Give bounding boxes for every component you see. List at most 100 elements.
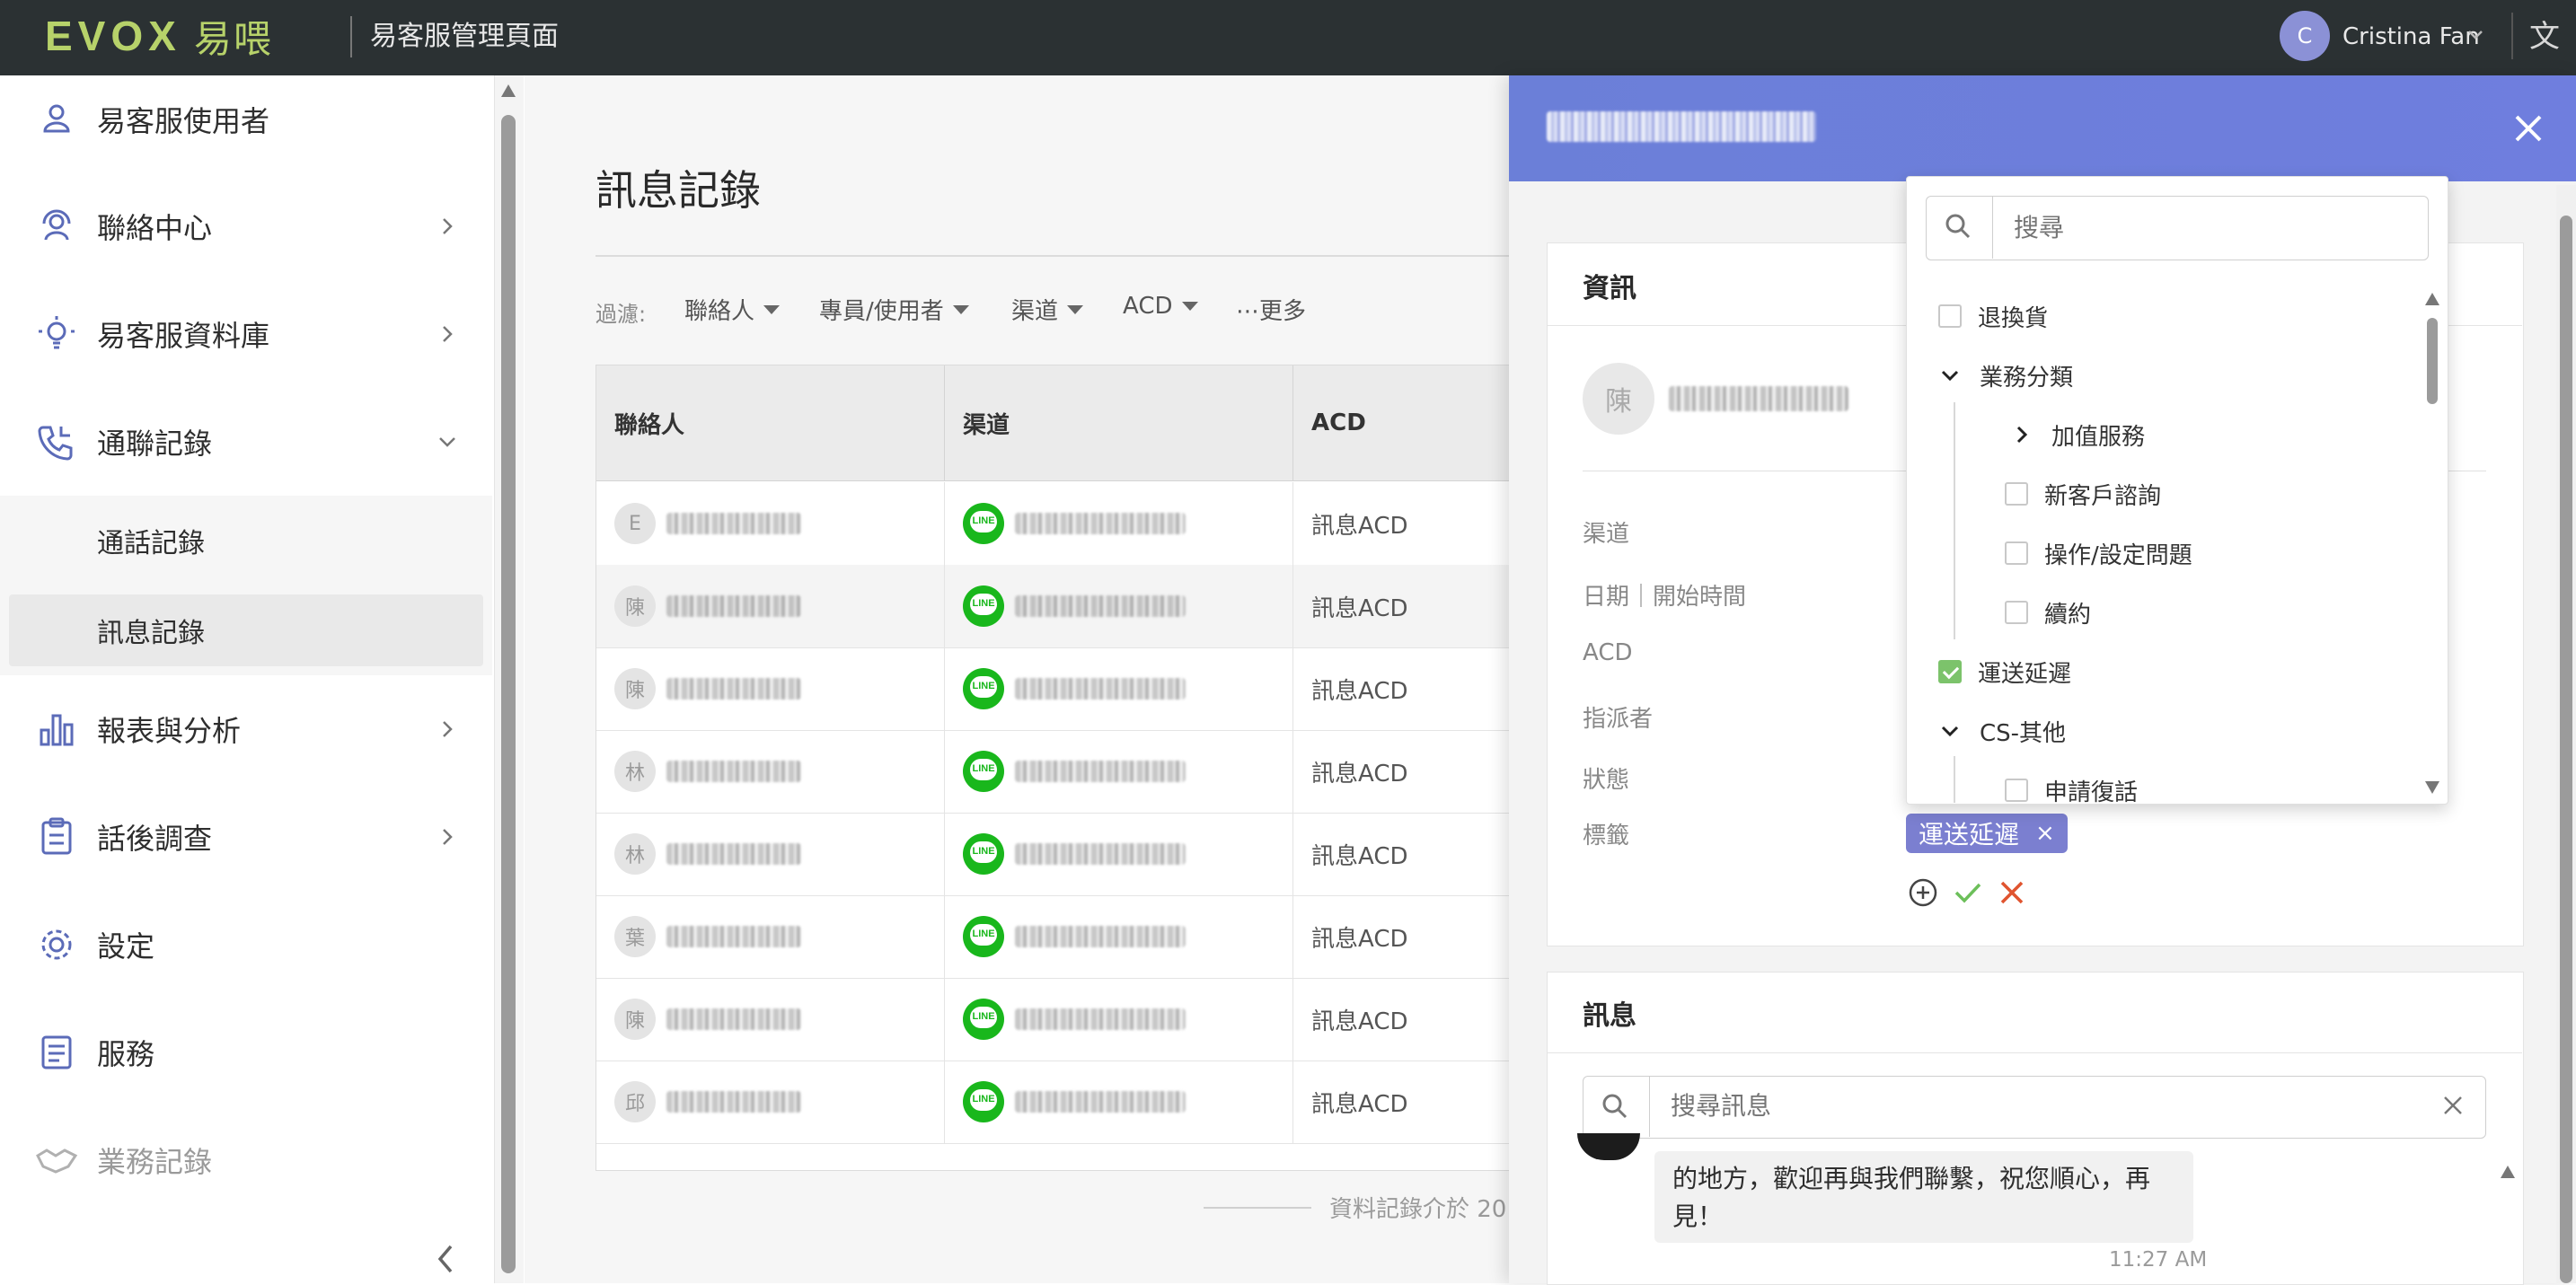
chevron-down-icon[interactable] xyxy=(2465,23,2486,45)
sidebar-item-services[interactable]: 服務 xyxy=(0,1003,492,1102)
footer-note: 資料記錄介於 20 xyxy=(1329,1196,1507,1223)
checkbox[interactable] xyxy=(2005,601,2028,624)
table-row[interactable]: 陳 LINE 訊息ACD xyxy=(596,565,1513,648)
filter-agent[interactable]: 專員/使用者 xyxy=(819,293,969,326)
tree-node[interactable]: CS-其他 xyxy=(1938,713,2066,749)
filter-channel[interactable]: 渠道 xyxy=(1011,293,1084,326)
tree-node[interactable]: 運送延遲 xyxy=(1938,654,2071,690)
checkbox[interactable] xyxy=(1938,660,1962,683)
tree-node[interactable]: 新客戶諮詢 xyxy=(2005,476,2161,512)
sidebar-item-label: 易客服使用者 xyxy=(97,104,270,138)
message-search-input[interactable] xyxy=(1669,1090,2391,1122)
sidebar-item-settings[interactable]: 設定 xyxy=(0,895,492,994)
table-row[interactable]: 陳 LINE 訊息ACD xyxy=(596,647,1513,731)
checkbox[interactable] xyxy=(1938,304,1962,328)
check-icon[interactable] xyxy=(1953,879,1983,906)
sidebar-subitem-call-records[interactable]: 通話記錄 xyxy=(9,505,483,576)
line-badge-text: LINE xyxy=(972,1011,995,1022)
sidebar-item-users[interactable]: 易客服使用者 xyxy=(0,70,492,169)
checkbox[interactable] xyxy=(2005,482,2028,506)
filter-more[interactable]: ⋯更多 xyxy=(1236,293,1306,326)
sidebar-item-knowledge-base[interactable]: 易客服資料庫 xyxy=(0,285,492,383)
contact-name-redacted xyxy=(666,926,801,947)
column-header-contact[interactable]: 聯絡人 xyxy=(596,365,945,480)
lightbulb-icon xyxy=(39,316,75,349)
cell-contact: 葉 xyxy=(596,895,945,978)
chevron-right-icon xyxy=(443,218,453,234)
line-app-icon: LINE xyxy=(963,668,1004,709)
add-circle-icon[interactable] xyxy=(1908,877,1938,908)
line-badge-text: LINE xyxy=(972,1094,995,1105)
tree-node[interactable]: 退換貨 xyxy=(1938,298,2048,334)
scroll-up-icon[interactable] xyxy=(2499,1164,2517,1180)
tree-node[interactable]: 申請復話 xyxy=(2005,772,2138,808)
tree-node[interactable]: 操作/設定問題 xyxy=(2005,535,2192,571)
table-row[interactable]: E LINE 訊息ACD xyxy=(596,482,1513,566)
dropdown-search-input[interactable] xyxy=(2012,212,2411,243)
checkbox[interactable] xyxy=(2005,779,2028,802)
line-badge-text: LINE xyxy=(972,598,995,609)
filter-acd[interactable]: ACD xyxy=(1123,293,1198,320)
tree-node[interactable]: 業務分類 xyxy=(1938,357,2073,393)
translate-icon[interactable]: 文 xyxy=(2529,16,2560,57)
clear-icon[interactable] xyxy=(2439,1092,2466,1119)
cell-channel: LINE xyxy=(945,565,1293,647)
sidebar-item-post-call-survey[interactable]: 話後調查 xyxy=(0,788,492,886)
cell-contact: 陳 xyxy=(596,565,945,647)
field-label-assignee: 指派者 xyxy=(1583,706,1654,733)
cell-acd: 訊息ACD xyxy=(1293,978,1513,1061)
user-name[interactable]: Cristina Fan xyxy=(2342,16,2480,57)
portal-title: 易客服管理頁面 xyxy=(370,21,559,52)
table-row[interactable]: 陳 LINE 訊息ACD xyxy=(596,978,1513,1061)
contact-name-redacted xyxy=(666,513,801,534)
scroll-up-icon[interactable] xyxy=(499,83,517,99)
chevron-right-icon[interactable] xyxy=(2010,423,2033,446)
chevron-down-icon[interactable] xyxy=(1938,364,1962,387)
contact-name-redacted xyxy=(666,1008,801,1030)
contact-avatar: 陳 xyxy=(614,668,656,709)
panel-scroll-thumb[interactable] xyxy=(2560,216,2572,1283)
tree-node[interactable]: 加值服務 xyxy=(2010,417,2145,453)
tree-node[interactable]: 續約 xyxy=(2005,594,2091,630)
table-row[interactable]: 葉 LINE 訊息ACD xyxy=(596,895,1513,979)
sidebar-item-label: 話後調查 xyxy=(97,822,213,856)
cancel-icon[interactable] xyxy=(1998,879,2026,906)
sidebar-item-communication-log[interactable]: 通聯記錄 xyxy=(0,392,492,491)
contact-avatar: 陳 xyxy=(614,585,656,627)
sidebar-item-business-records[interactable]: 業務記錄 xyxy=(0,1111,492,1210)
close-icon[interactable] xyxy=(2510,110,2547,147)
cell-contact: 林 xyxy=(596,813,945,895)
table-row[interactable]: 林 LINE 訊息ACD xyxy=(596,813,1513,896)
contact-avatar: 邱 xyxy=(614,1081,656,1122)
cell-contact: 陳 xyxy=(596,978,945,1061)
line-badge-text: LINE xyxy=(972,681,995,691)
line-app-icon: LINE xyxy=(963,916,1004,957)
footer-divider xyxy=(1204,1207,1311,1209)
chevron-left-icon[interactable] xyxy=(431,1241,460,1277)
chevron-down-icon[interactable] xyxy=(1938,719,1962,743)
user-avatar[interactable]: C xyxy=(2280,11,2330,61)
column-header-channel[interactable]: 渠道 xyxy=(945,365,1293,480)
sidebar-subitem-message-records[interactable]: 訊息記錄 xyxy=(9,594,483,666)
message-time: 11:27 AM xyxy=(2109,1248,2208,1272)
filter-contact[interactable]: 聯絡人 xyxy=(684,293,781,326)
contact-avatar: 林 xyxy=(614,751,656,792)
table-row[interactable]: 邱 LINE 訊息ACD xyxy=(596,1061,1513,1144)
column-header-acd[interactable]: ACD xyxy=(1293,365,1513,480)
scroll-down-icon[interactable] xyxy=(2423,779,2441,796)
tag-remove-icon[interactable]: × xyxy=(2035,820,2055,847)
channel-name-redacted xyxy=(1015,1008,1186,1030)
table-row[interactable]: 林 LINE 訊息ACD xyxy=(596,730,1513,814)
brand-logo[interactable]: EVOX 易喂 xyxy=(45,9,273,63)
checkbox[interactable] xyxy=(2005,541,2028,565)
main-scroll-thumb[interactable] xyxy=(501,115,516,1273)
handshake-icon xyxy=(36,1149,78,1174)
sidebar-item-contact-center[interactable]: 聯絡中心 xyxy=(0,177,492,276)
filter-more-label: ⋯更多 xyxy=(1236,298,1307,325)
search-icon xyxy=(1602,1094,1628,1119)
scroll-up-icon[interactable] xyxy=(2423,291,2441,307)
acd-value: 訊息ACD xyxy=(1311,842,1408,870)
filter-channel-label: 渠道 xyxy=(1011,298,1059,325)
dropdown-scroll-thumb[interactable] xyxy=(2427,318,2438,404)
sidebar-item-reports[interactable]: 報表與分析 xyxy=(0,680,492,779)
